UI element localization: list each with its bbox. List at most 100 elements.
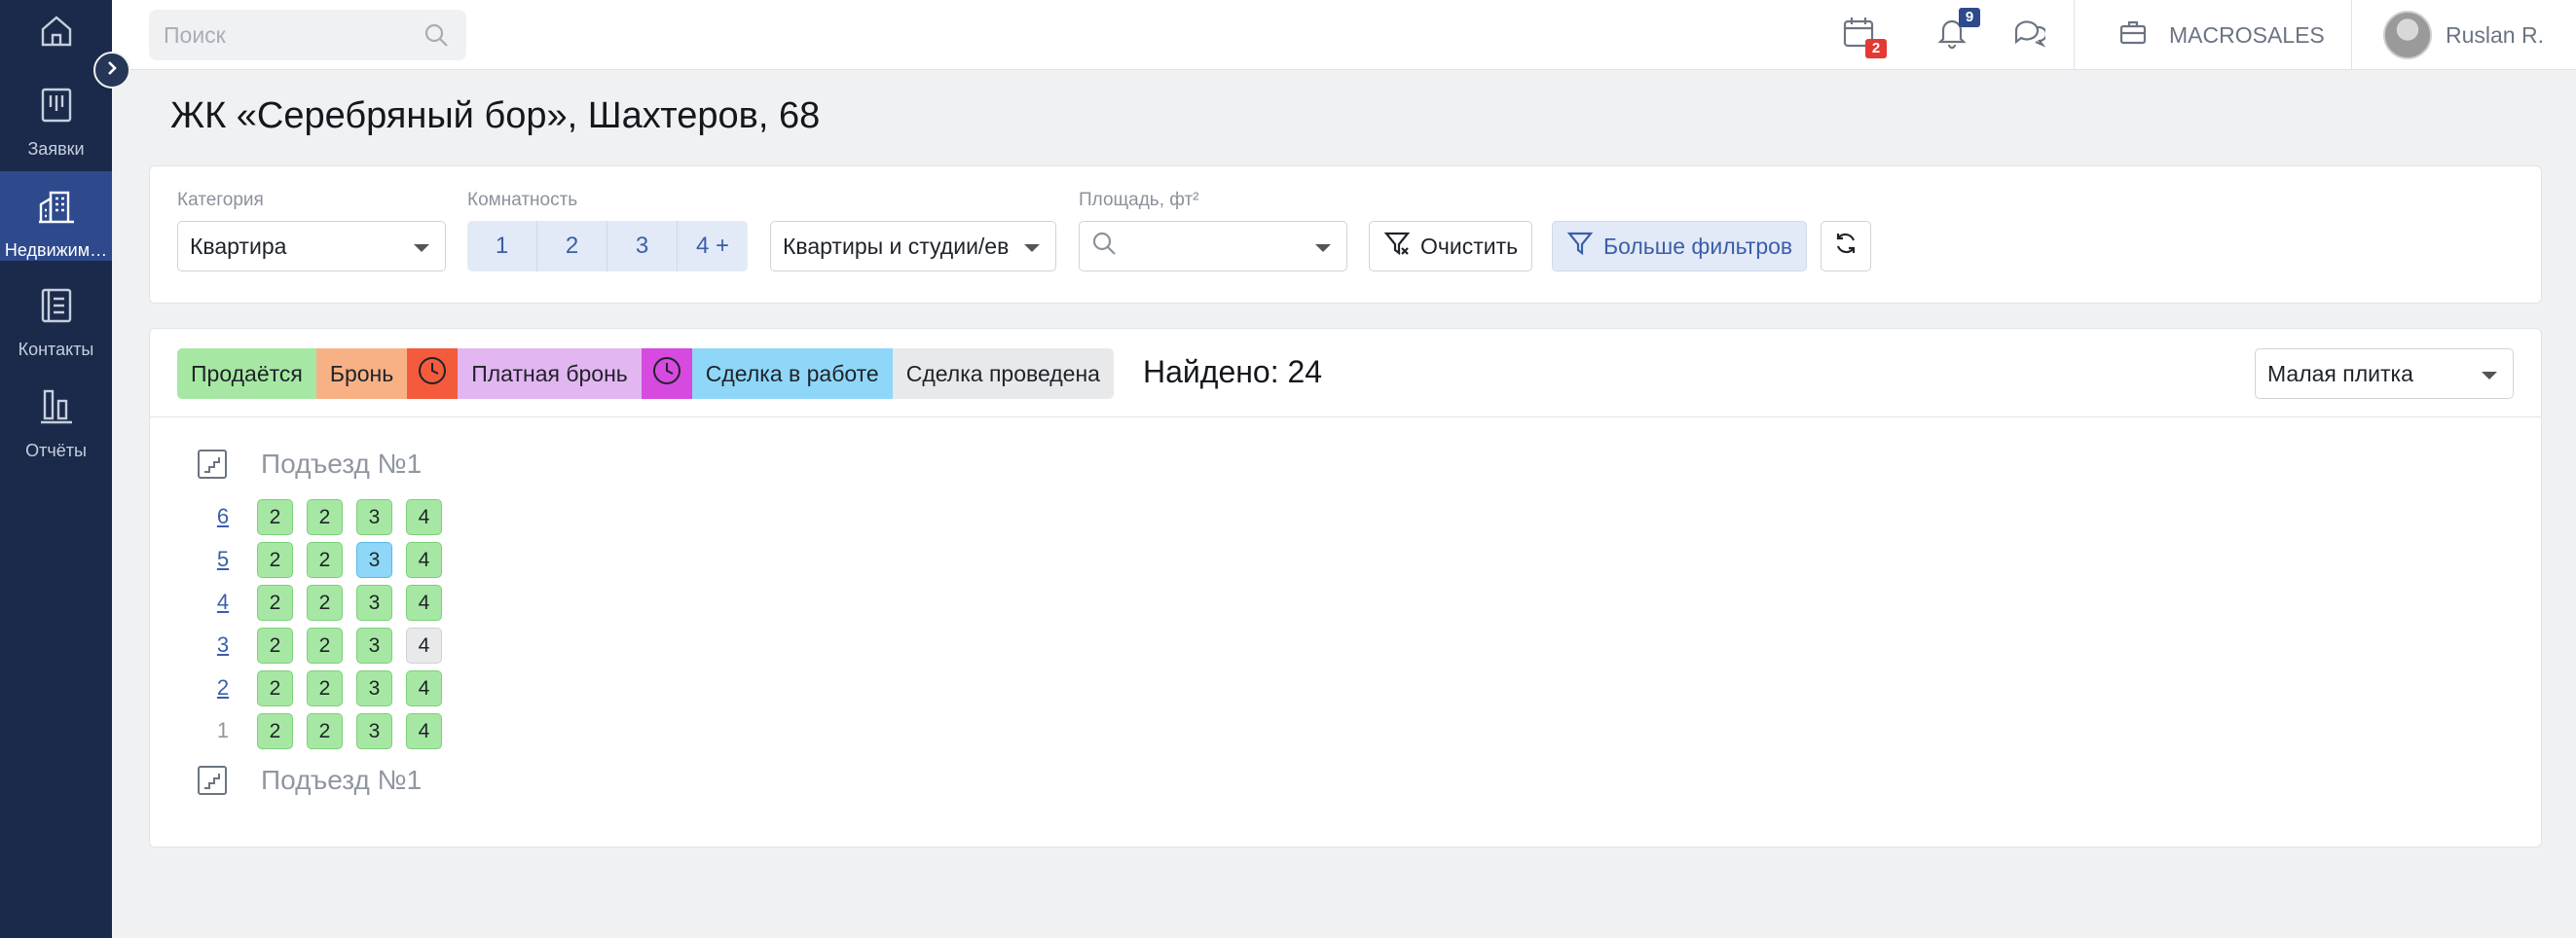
calendar-badge: 2 xyxy=(1865,39,1887,58)
apartment-tile[interactable]: 2 xyxy=(307,628,343,664)
apartment-tile[interactable]: 2 xyxy=(307,585,343,621)
requests-icon xyxy=(37,86,76,129)
apartment-tile[interactable]: 2 xyxy=(307,670,343,706)
apartment-tile[interactable]: 3 xyxy=(356,713,392,749)
company-name: MACROSALES xyxy=(2169,21,2325,48)
more-filters-label: Больше фильтров xyxy=(1603,233,1793,259)
legend-deal-done[interactable]: Сделка проведена xyxy=(892,348,1114,399)
rooms-option-4plus[interactable]: 4 + xyxy=(678,221,748,271)
company-switcher[interactable]: MACROSALES xyxy=(2118,0,2325,70)
search-input[interactable] xyxy=(149,10,402,60)
legend-selling[interactable]: Продаётся xyxy=(177,348,316,399)
legend-deal-in-work[interactable]: Сделка в работе xyxy=(691,348,893,399)
rooms-option-3[interactable]: 3 xyxy=(607,221,678,271)
apartment-tile[interactable]: 2 xyxy=(307,542,343,578)
apartment-tile[interactable]: 3 xyxy=(356,628,392,664)
apartment-tile[interactable]: 3 xyxy=(356,670,392,706)
sidebar-item-realty[interactable]: Недвижим… xyxy=(0,171,112,261)
calendar-button[interactable]: 2 xyxy=(1842,16,1887,58)
sidebar: Заявки Недвижим… Контакты Отчёты xyxy=(0,0,112,938)
entrance-name: Подъезд №1 xyxy=(261,449,423,479)
bell-icon xyxy=(1935,19,1969,53)
rooms-option-1[interactable]: 1 xyxy=(467,221,537,271)
clock-icon xyxy=(650,354,683,393)
rooms-toggle-group: 1 2 3 4 + xyxy=(467,221,748,271)
apartment-tile[interactable]: 4 xyxy=(406,542,442,578)
rooms-label: Комнатность xyxy=(467,190,578,210)
apartment-tile[interactable]: 4 xyxy=(406,670,442,706)
rooms-option-2[interactable]: 2 xyxy=(537,221,607,271)
entrance-name: Подъезд №1 xyxy=(261,765,423,795)
apartment-tile[interactable]: 2 xyxy=(257,713,293,749)
user-menu[interactable]: Ruslan R. xyxy=(2383,0,2544,70)
caret-down-icon xyxy=(1315,244,1331,252)
sidebar-item-label: Контакты xyxy=(18,340,94,359)
floor-number[interactable]: 6 xyxy=(208,504,238,529)
filters-panel: Категория Квартира Комнатность 1 2 3 4 +… xyxy=(149,165,2542,304)
search-icon[interactable] xyxy=(423,22,449,48)
filter-clear-icon xyxy=(1383,230,1411,263)
page-title: ЖК «Серебряный бор», Шахтеров, 68 xyxy=(170,95,821,136)
sidebar-item-reports[interactable]: Отчёты xyxy=(0,387,112,485)
apartment-tile[interactable]: 2 xyxy=(257,499,293,535)
floor-number[interactable]: 2 xyxy=(208,675,238,701)
sidebar-item-label: Недвижим… xyxy=(4,240,108,260)
apartment-tile[interactable]: 3 xyxy=(356,542,392,578)
apartment-tile[interactable]: 3 xyxy=(356,499,392,535)
apartment-tile[interactable]: 2 xyxy=(257,670,293,706)
home-icon xyxy=(37,12,76,55)
area-select[interactable] xyxy=(1079,221,1347,271)
results-panel: Продаётся Бронь Платная бронь Сделка в р… xyxy=(149,328,2542,848)
floor-number[interactable]: 4 xyxy=(208,590,238,615)
more-filters-button[interactable]: Больше фильтров xyxy=(1552,221,1808,271)
caret-down-icon xyxy=(414,244,429,252)
legend-paid-reserve-expiring[interactable] xyxy=(641,348,692,399)
building-icon xyxy=(37,187,76,231)
apartment-tile[interactable]: 2 xyxy=(257,628,293,664)
apartment-tile[interactable]: 2 xyxy=(307,713,343,749)
sidebar-item-contacts[interactable]: Контакты xyxy=(0,286,112,383)
legend-reserve-expiring[interactable] xyxy=(407,348,459,399)
category-select[interactable]: Квартира xyxy=(177,221,446,271)
divider xyxy=(150,416,2541,417)
apartment-tile[interactable]: 4 xyxy=(406,585,442,621)
sidebar-item-label: Заявки xyxy=(27,139,85,159)
notifications-badge: 9 xyxy=(1959,8,1980,27)
topbar: 2 9 MACROSALES Ruslan R. xyxy=(112,0,2576,70)
clear-filters-label: Очистить xyxy=(1420,233,1519,259)
apartment-tile[interactable]: 4 xyxy=(406,713,442,749)
stairs-icon[interactable] xyxy=(197,765,228,796)
sidebar-item-requests[interactable]: Заявки xyxy=(0,86,112,183)
floor-number[interactable]: 5 xyxy=(208,547,238,572)
apartment-tile[interactable]: 2 xyxy=(257,585,293,621)
view-mode-select[interactable]: Малая плитка xyxy=(2255,348,2514,399)
floor-number: 1 xyxy=(216,718,230,742)
stairs-icon[interactable] xyxy=(197,449,228,480)
topbar-divider xyxy=(2074,0,2075,70)
sidebar-collapse-button[interactable] xyxy=(93,52,130,89)
legend-reserve[interactable]: Бронь xyxy=(315,348,408,399)
search-icon xyxy=(1091,231,1117,262)
floor-number[interactable]: 3 xyxy=(208,632,238,658)
apartment-tile[interactable]: 4 xyxy=(406,499,442,535)
filter-icon xyxy=(1566,230,1594,263)
notifications-button[interactable]: 9 xyxy=(1935,8,1980,53)
caret-down-icon xyxy=(1024,244,1040,252)
topbar-divider xyxy=(2351,0,2352,70)
apartment-tile[interactable]: 2 xyxy=(257,542,293,578)
clock-icon xyxy=(416,354,449,393)
apartment-tile[interactable]: 2 xyxy=(307,499,343,535)
status-legend: Продаётся Бронь Платная бронь Сделка в р… xyxy=(177,348,1114,399)
apartment-type-select[interactable]: Квартиры и студии/ев xyxy=(770,221,1056,271)
legend-paid-reserve[interactable]: Платная бронь xyxy=(458,348,642,399)
area-label: Площадь, фт² xyxy=(1079,190,1199,210)
chat-button[interactable] xyxy=(2012,16,2049,53)
view-mode-value: Малая плитка xyxy=(2267,360,2413,386)
entrance-header: Подъезд №1 xyxy=(197,449,422,480)
sidebar-item-label: Отчёты xyxy=(25,441,87,460)
apartment-tile[interactable]: 3 xyxy=(356,585,392,621)
clear-filters-button[interactable]: Очистить xyxy=(1369,221,1533,271)
contacts-icon xyxy=(37,286,76,330)
apartment-tile[interactable]: 4 xyxy=(406,628,442,664)
refresh-button[interactable] xyxy=(1821,221,1871,271)
